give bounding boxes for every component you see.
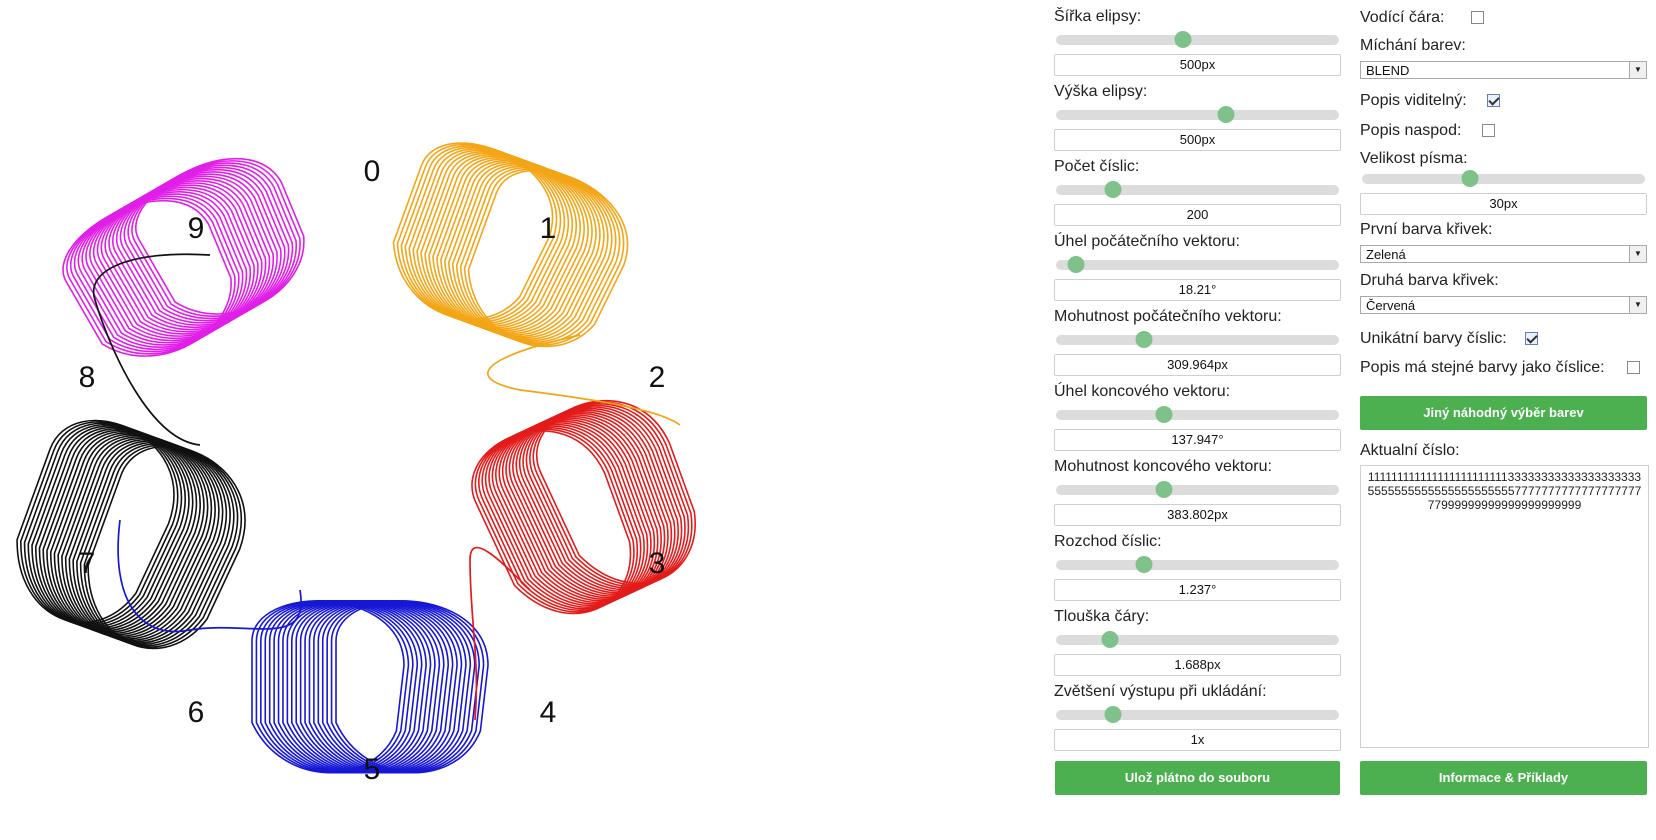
second-color-value: Červená	[1366, 298, 1416, 313]
start-angle-value[interactable]: 18.21°	[1054, 279, 1341, 301]
slider-thumb[interactable]	[1135, 556, 1153, 573]
export-scale-label: Zvětšení výstupu při ukládání:	[1054, 683, 1267, 700]
second-color-select[interactable]: Červená ▼	[1360, 296, 1647, 314]
digit-label-2: 2	[648, 361, 666, 394]
slider-thumb[interactable]	[1155, 406, 1173, 423]
slider-thumb[interactable]	[1104, 706, 1122, 723]
curve-bundle-9	[62, 158, 305, 357]
digit-label-7: 7	[78, 547, 96, 580]
digit-label-4: 4	[539, 696, 557, 729]
ellipse-height-label: Výška elipsy:	[1054, 83, 1148, 100]
slider-thumb[interactable]	[1067, 256, 1085, 273]
start-angle-label: Úhel počátečního vektoru:	[1054, 233, 1240, 250]
curve-line	[335, 600, 489, 774]
font-size-value[interactable]: 30px	[1360, 193, 1647, 215]
first-color-label: První barva křivek:	[1360, 221, 1493, 238]
digit-label-1: 1	[539, 212, 557, 245]
export-scale-value[interactable]: 1x	[1054, 729, 1341, 751]
line-thickness-slider[interactable]	[1056, 631, 1339, 648]
curve-bundle-5	[251, 600, 489, 774]
blend-label: Míchání barev:	[1360, 37, 1466, 54]
blend-select[interactable]: BLEND ▼	[1360, 61, 1647, 79]
ellipse-width-label: Šířka elipsy:	[1054, 8, 1142, 25]
slider-thumb[interactable]	[1174, 31, 1192, 48]
start-magnitude-label: Mohutnost počátečního vektoru:	[1054, 308, 1282, 325]
end-magnitude-value[interactable]: 383.802px	[1054, 504, 1341, 526]
guide-line-label: Vodící čára:	[1360, 9, 1445, 26]
caption-same-colors-checkbox[interactable]	[1627, 361, 1640, 375]
curve-bundle-1	[392, 142, 629, 348]
end-magnitude-label: Mohutnost koncového vektoru:	[1054, 458, 1272, 475]
ellipse-height-value[interactable]: 500px	[1054, 129, 1341, 151]
unique-colors-label: Unikátní barvy číslic:	[1360, 330, 1507, 347]
guide-line-row: Vodící čára:	[1360, 9, 1484, 27]
info-examples-button[interactable]: Informace & Příklady	[1360, 761, 1647, 795]
spread-label: Rozchod číslic:	[1054, 533, 1162, 550]
ellipse-width-slider[interactable]	[1056, 31, 1339, 48]
current-number-textarea[interactable]: 1111111111111111111111113333333333333333…	[1360, 465, 1649, 748]
slider-thumb[interactable]	[1217, 106, 1235, 123]
slider-thumb[interactable]	[1104, 181, 1122, 198]
end-angle-slider[interactable]	[1056, 406, 1339, 423]
line-thickness-value[interactable]: 1.688px	[1054, 654, 1341, 676]
chevron-down-icon: ▼	[1629, 62, 1646, 78]
slider-thumb[interactable]	[1461, 170, 1479, 187]
spread-value[interactable]: 1.237°	[1054, 579, 1341, 601]
caption-same-colors-label: Popis má stejné barvy jako číslice:	[1360, 359, 1605, 376]
guide-line-checkbox[interactable]	[1470, 11, 1484, 25]
caption-visible-row: Popis viditelný:	[1360, 92, 1501, 110]
unique-colors-row: Unikátní barvy číslic:	[1360, 330, 1539, 348]
digit-label-6: 6	[187, 696, 205, 729]
digit-label-3: 3	[648, 547, 666, 580]
line-thickness-label: Tlouška čáry:	[1054, 608, 1150, 625]
caption-visible-label: Popis viditelný:	[1360, 92, 1467, 109]
chevron-down-icon: ▼	[1629, 297, 1646, 313]
curve-line	[326, 600, 480, 774]
slider-thumb[interactable]	[1101, 631, 1119, 648]
font-size-label: Velikost písma:	[1360, 150, 1468, 167]
spread-slider[interactable]	[1056, 556, 1339, 573]
font-size-slider[interactable]	[1362, 170, 1645, 187]
curve-line	[317, 600, 472, 774]
start-magnitude-slider[interactable]	[1056, 331, 1339, 348]
digit-label-8: 8	[78, 361, 96, 394]
caption-bottom-row: Popis naspod:	[1360, 122, 1495, 140]
ellipse-width-value[interactable]: 500px	[1054, 54, 1341, 76]
digit-count-value[interactable]: 200	[1054, 204, 1341, 226]
curve-line	[321, 600, 476, 774]
first-color-select[interactable]: Zelená ▼	[1360, 245, 1647, 263]
slider-thumb[interactable]	[1135, 331, 1153, 348]
end-angle-value[interactable]: 137.947°	[1054, 429, 1341, 451]
end-angle-label: Úhel koncového vektoru:	[1054, 383, 1231, 400]
second-color-label: Druhá barva křivek:	[1360, 272, 1499, 289]
random-colors-button[interactable]: Jiný náhodný výběr barev	[1360, 396, 1647, 430]
digit-label-9: 9	[187, 212, 205, 245]
caption-visible-checkbox[interactable]	[1487, 94, 1501, 108]
caption-bottom-label: Popis naspod:	[1360, 122, 1462, 139]
end-magnitude-slider[interactable]	[1056, 481, 1339, 498]
digit-count-slider[interactable]	[1056, 181, 1339, 198]
digit-label-5: 5	[363, 753, 381, 786]
save-canvas-button[interactable]: Ulož plátno do souboru	[1055, 761, 1340, 795]
caption-bottom-checkbox[interactable]	[1481, 124, 1495, 138]
digit-label-0: 0	[363, 155, 381, 188]
drawing-canvas: 0 1 2 3 4 5 6 7 8 9	[0, 0, 1040, 840]
curve-bundle-3	[471, 399, 696, 615]
start-magnitude-value[interactable]: 309.964px	[1054, 354, 1341, 376]
curve-line	[330, 600, 485, 774]
current-number-label: Aktualní číslo:	[1360, 442, 1460, 459]
first-color-value: Zelená	[1366, 247, 1406, 262]
chevron-down-icon: ▼	[1629, 246, 1646, 262]
curve-line	[131, 160, 301, 317]
digit-count-label: Počet číslic:	[1054, 158, 1140, 175]
curve-drawing	[16, 142, 696, 774]
slider-thumb[interactable]	[1155, 481, 1173, 498]
ellipse-height-slider[interactable]	[1056, 106, 1339, 123]
blend-select-value: BLEND	[1366, 63, 1410, 78]
export-scale-slider[interactable]	[1056, 706, 1339, 723]
start-angle-slider[interactable]	[1056, 256, 1339, 273]
unique-colors-checkbox[interactable]	[1525, 332, 1539, 346]
caption-same-colors-row: Popis má stejné barvy jako číslice:	[1360, 359, 1640, 377]
